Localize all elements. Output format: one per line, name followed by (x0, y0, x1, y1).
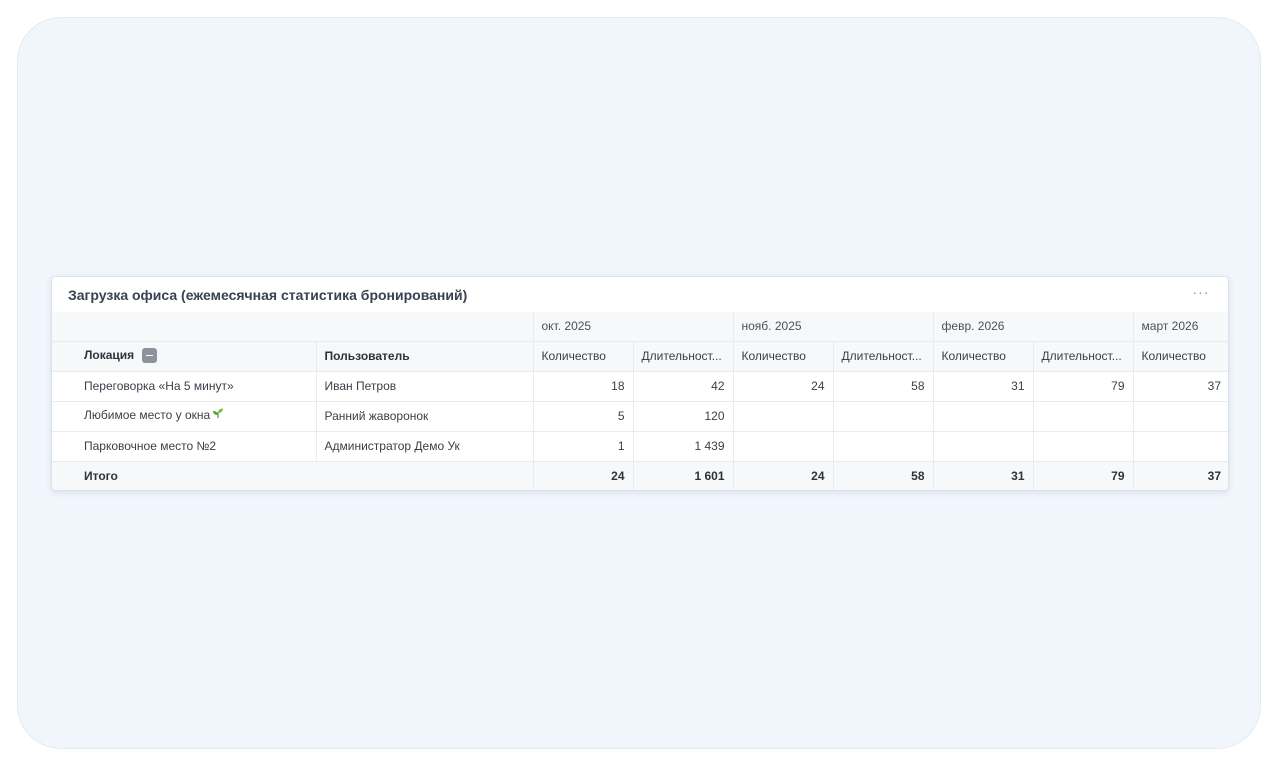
cell-value: 58 (832, 371, 934, 402)
cell-value: 24 (732, 371, 833, 402)
month-header-feb-2026: февр. 2026 (932, 312, 1134, 342)
total-row: Итого 24 1 601 24 58 31 79 37 (52, 461, 1228, 490)
column-header-count[interactable]: Количество (732, 341, 833, 372)
month-header-mar-2026: март 2026 (1132, 312, 1228, 342)
cell-value (1132, 401, 1228, 432)
column-header-duration[interactable]: Длительност... (1032, 341, 1134, 372)
widget-title: Загрузка офиса (ежемесячная статистика б… (68, 287, 468, 303)
collapse-icon[interactable] (142, 347, 158, 363)
total-value: 24 (732, 461, 833, 490)
cell-value (732, 431, 833, 462)
cell-value (1132, 431, 1228, 462)
more-options-icon[interactable]: ··· (1190, 285, 1212, 303)
cell-value: 79 (1032, 371, 1134, 402)
widget-header: Загрузка офиса (ежемесячная статистика б… (52, 277, 1228, 312)
cell-value (832, 431, 934, 462)
table-row: Переговорка «На 5 минут» Иван Петров 18 … (52, 371, 1228, 402)
cell-value (932, 401, 1034, 432)
month-header-spacer (52, 312, 533, 342)
cell-value: 31 (932, 371, 1034, 402)
cell-value: 1 439 (632, 431, 733, 462)
cell-value (1032, 431, 1134, 462)
cell-value: 37 (1132, 371, 1228, 402)
cell-value (932, 431, 1034, 462)
total-value: 1 601 (632, 461, 733, 490)
month-header-row: окт. 2025 нояб. 2025 февр. 2026 март 202… (52, 312, 1228, 342)
pivot-table: окт. 2025 нояб. 2025 февр. 2026 март 202… (52, 312, 1228, 490)
cell-value (832, 401, 934, 432)
cell-value (1032, 401, 1134, 432)
column-header-count[interactable]: Количество (532, 341, 633, 372)
row-location: Переговорка «На 5 минут» (52, 371, 316, 402)
sprout-icon (212, 407, 224, 422)
row-user: Иван Петров (315, 371, 533, 402)
column-header-location[interactable]: Локация (52, 341, 316, 372)
column-header-duration[interactable]: Длительност... (632, 341, 733, 372)
month-header-nov-2025: нояб. 2025 (732, 312, 934, 342)
column-header-count[interactable]: Количество (1132, 341, 1228, 372)
column-header-location-label: Локация (84, 348, 135, 363)
total-value: 31 (932, 461, 1034, 490)
cell-value: 1 (532, 431, 633, 462)
row-user: Ранний жаворонок (315, 401, 533, 432)
total-label: Итого (52, 461, 533, 490)
row-location-label: Любимое место у окна (84, 408, 211, 423)
table-row: Любимое место у окна Ранний жаворонок 5 … (52, 401, 1228, 432)
cell-value: 5 (532, 401, 633, 432)
month-header-oct-2025: окт. 2025 (532, 312, 733, 342)
row-location: Любимое место у окна (52, 401, 316, 432)
total-value: 24 (532, 461, 633, 490)
row-user: Администратор Демо Ук (315, 431, 533, 462)
total-value: 37 (1132, 461, 1228, 490)
column-header-count[interactable]: Количество (932, 341, 1034, 372)
column-header-duration[interactable]: Длительност... (832, 341, 934, 372)
office-load-widget: Загрузка офиса (ежемесячная статистика б… (51, 276, 1229, 491)
total-value: 79 (1032, 461, 1134, 490)
cell-value: 18 (532, 371, 633, 402)
cell-value (732, 401, 833, 432)
table-row: Парковочное место №2 Администратор Демо … (52, 431, 1228, 462)
cell-value: 120 (632, 401, 733, 432)
column-header-row: Локация Пользователь Количество Длительн… (52, 341, 1228, 372)
total-value: 58 (832, 461, 934, 490)
row-location: Парковочное место №2 (52, 431, 316, 462)
column-header-user[interactable]: Пользователь (315, 341, 533, 372)
cell-value: 42 (632, 371, 733, 402)
